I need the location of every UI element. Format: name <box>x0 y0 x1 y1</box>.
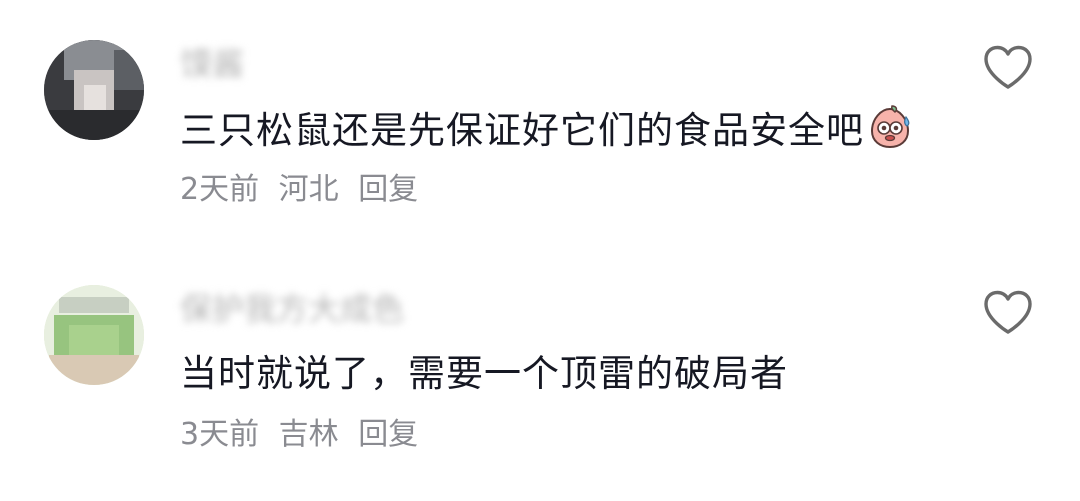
comment-time: 2天前 <box>180 172 260 207</box>
comment-location: 吉林 <box>278 417 339 452</box>
comment-text: 当时就说了，需要一个顶雷的破局者 <box>180 352 788 395</box>
comment-location: 河北 <box>278 172 339 207</box>
comment-item: 馍酱 三只松鼠还是先保证好它们的食品安全吧 2天前 河北 回复 <box>0 0 1080 240</box>
reply-button[interactable]: 回复 <box>358 172 418 207</box>
avatar[interactable] <box>44 285 144 385</box>
heart-icon[interactable] <box>982 289 1034 337</box>
comment-item: 保护我方大成色 当时就说了，需要一个顶雷的破局者 3天前 吉林 回复 <box>0 245 1080 485</box>
reply-button[interactable]: 回复 <box>358 417 418 452</box>
heart-icon[interactable] <box>982 44 1034 92</box>
comment-meta: 2天前 河北 回复 <box>180 168 428 212</box>
comment-text: 三只松鼠还是先保证好它们的食品安全吧 <box>180 103 914 157</box>
avatar[interactable] <box>44 40 144 140</box>
username[interactable]: 保护我方大成色 <box>180 287 404 331</box>
username[interactable]: 馍酱 <box>180 42 244 86</box>
comment-time: 3天前 <box>180 417 260 452</box>
comment-meta: 3天前 吉林 回复 <box>180 413 428 457</box>
sweat-face-emoji <box>870 105 910 149</box>
